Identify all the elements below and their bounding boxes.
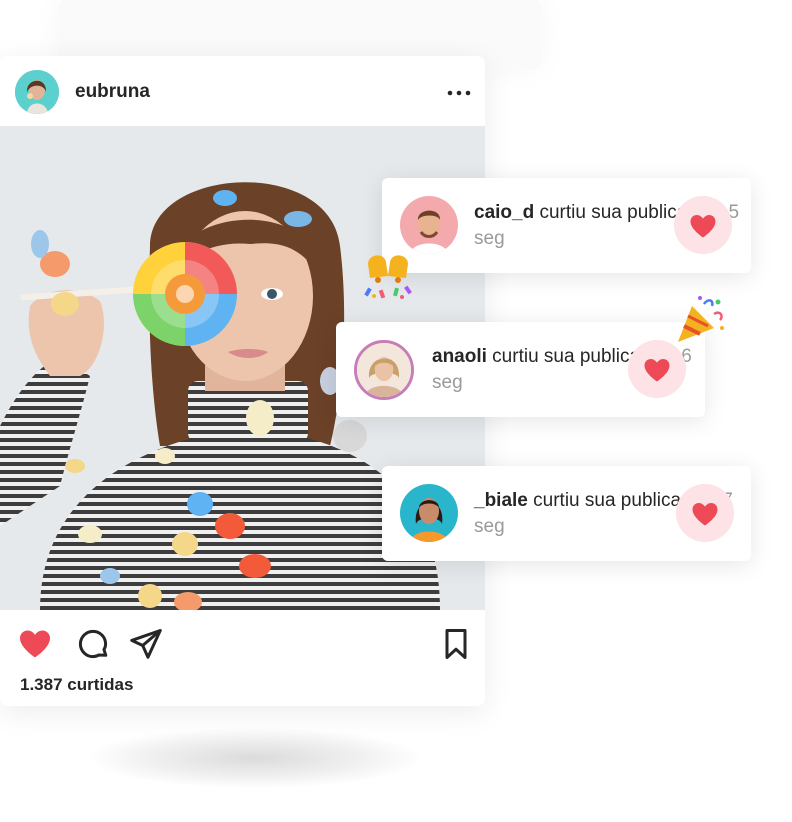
avatar[interactable] <box>400 484 458 542</box>
post-actions: 1.387 curtidas <box>0 610 485 706</box>
like-notification[interactable]: anaoli curtiu sua publicação. 6 seg <box>336 322 705 417</box>
avatar[interactable] <box>15 70 59 114</box>
share-icon[interactable] <box>128 626 164 662</box>
like-notification[interactable]: caio_d curtiu sua publicação. 5 seg <box>382 178 751 273</box>
avatar-image <box>15 70 59 114</box>
notification-username[interactable]: anaoli <box>432 346 487 367</box>
heart-icon <box>676 484 734 542</box>
more-options-icon[interactable] <box>444 78 474 108</box>
comment-icon[interactable] <box>75 626 111 662</box>
floor-shadow <box>90 728 420 788</box>
party-bells-icon <box>362 250 414 305</box>
party-popper-icon <box>674 294 726 351</box>
likes-count[interactable]: 1.387 curtidas <box>20 675 133 695</box>
notification-username[interactable]: caio_d <box>474 202 534 223</box>
like-notification[interactable]: _biale curtiu sua publicação. 7 seg <box>382 466 751 561</box>
bookmark-icon[interactable] <box>438 626 474 662</box>
heart-icon <box>674 196 732 254</box>
avatar[interactable] <box>354 340 414 400</box>
notification-username[interactable]: _biale <box>474 490 528 511</box>
post-username[interactable]: eubruna <box>75 81 150 103</box>
avatar[interactable] <box>400 196 458 254</box>
like-heart-icon[interactable] <box>17 626 53 662</box>
post-header: eubruna <box>0 56 485 126</box>
